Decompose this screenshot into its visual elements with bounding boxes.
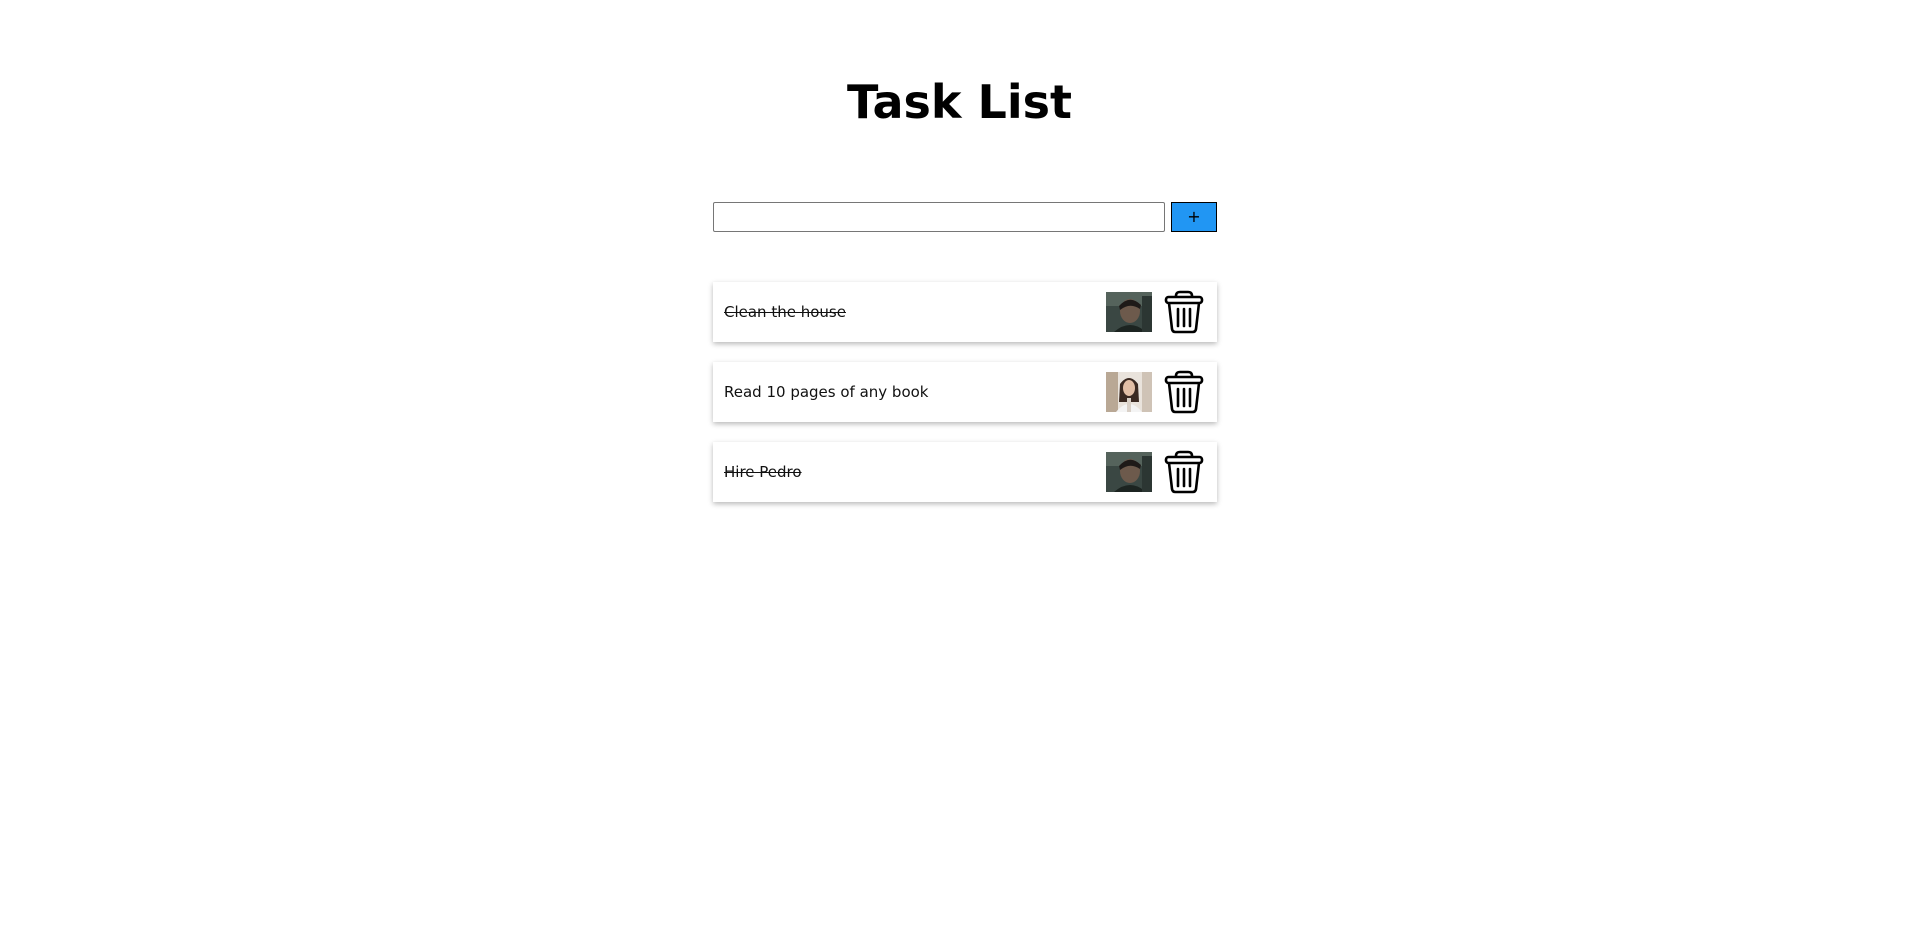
task-item: Hire Pedro	[713, 442, 1217, 502]
task-item: Clean the house	[713, 282, 1217, 342]
task-text[interactable]: Clean the house	[724, 282, 846, 342]
delete-task-button[interactable]	[1162, 370, 1206, 414]
assignee-avatar	[1106, 452, 1152, 492]
man-avatar-image	[1106, 452, 1152, 492]
delete-task-button[interactable]	[1162, 290, 1206, 334]
task-input[interactable]	[713, 202, 1165, 232]
add-task-button[interactable]: +	[1171, 202, 1217, 232]
delete-task-button[interactable]	[1162, 450, 1206, 494]
woman-avatar-image	[1106, 372, 1152, 412]
task-list-app: Task List + Clean the house Read 10 page…	[0, 0, 1919, 938]
task-item: Read 10 pages of any book	[713, 362, 1217, 422]
assignee-avatar	[1106, 292, 1152, 332]
trash-icon	[1164, 370, 1204, 414]
page-title: Task List	[847, 75, 1072, 129]
task-text[interactable]: Hire Pedro	[724, 442, 802, 502]
task-list: Clean the house Read 10 pages of any boo…	[713, 282, 1217, 522]
trash-icon	[1164, 290, 1204, 334]
trash-icon	[1164, 450, 1204, 494]
add-task-form: +	[713, 202, 1217, 232]
man-avatar-image	[1106, 292, 1152, 332]
task-text[interactable]: Read 10 pages of any book	[724, 362, 929, 422]
assignee-avatar	[1106, 372, 1152, 412]
